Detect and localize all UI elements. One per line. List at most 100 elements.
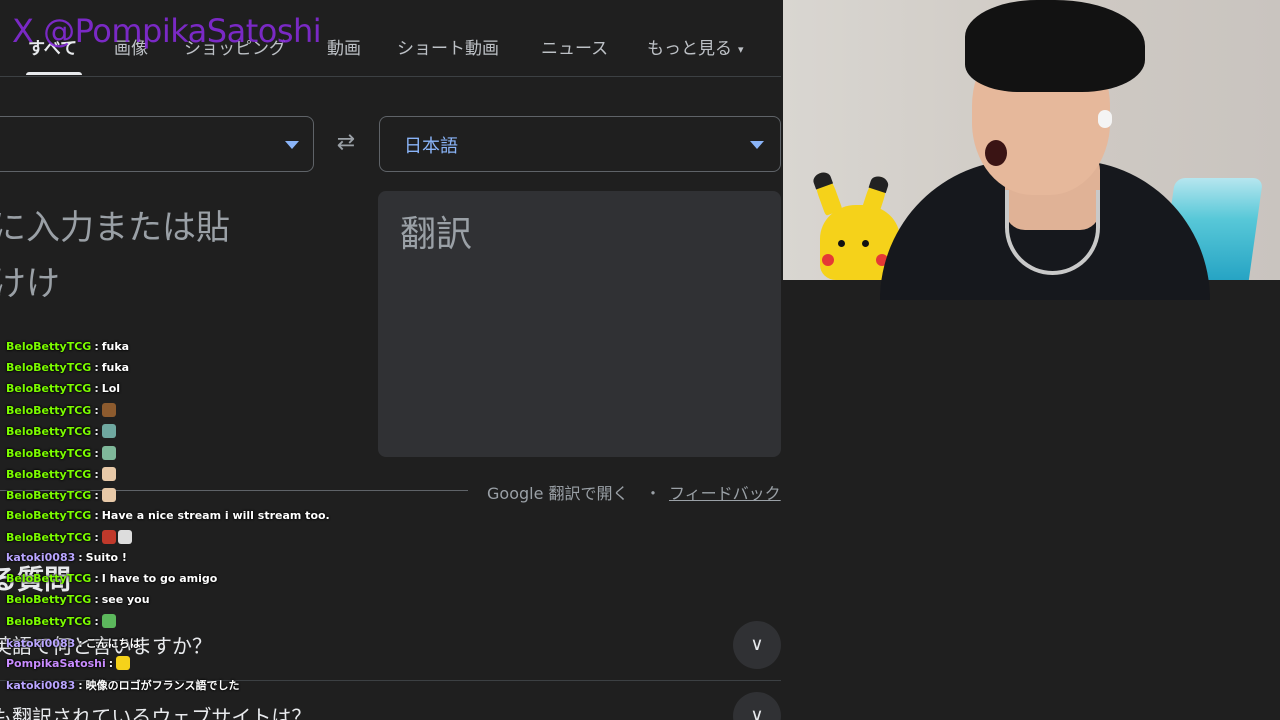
chat-colon: :	[94, 615, 99, 628]
chat-username: BeloBettyTCG	[6, 489, 92, 502]
chat-colon: :	[94, 593, 99, 606]
chat-message: BeloBettyTCG: fuka	[6, 361, 129, 381]
emote-icon	[101, 488, 116, 502]
chat-message: PompikaSatoshi:	[6, 656, 132, 676]
chat-message: BeloBettyTCG: Lol	[6, 382, 120, 402]
source-language-select[interactable]	[0, 116, 314, 172]
streamer-hair	[965, 0, 1145, 92]
chat-message: BeloBettyTCG: see you	[6, 593, 150, 613]
chat-message: katoki0083: こんにちは	[6, 635, 141, 655]
chat-message: katoki0083: Suito !	[6, 551, 127, 571]
tab-short-videos[interactable]: ショート動画	[397, 34, 499, 59]
source-text-input[interactable]: に入力または貼 けけ	[0, 200, 230, 312]
chat-colon: :	[94, 447, 99, 460]
active-tab-indicator	[26, 72, 82, 75]
chat-message: BeloBettyTCG: fuka	[6, 340, 129, 360]
chat-message: BeloBettyTCG:	[6, 446, 118, 466]
earbud-icon	[1098, 110, 1112, 128]
emote-icon	[101, 403, 116, 417]
emote-icon	[101, 446, 116, 460]
chat-message: BeloBettyTCG:	[6, 403, 118, 423]
chat-text: fuka	[101, 361, 130, 374]
translation-output: 翻訳	[378, 191, 781, 457]
emote-icon	[101, 614, 116, 628]
chat-colon: :	[94, 509, 99, 522]
chevron-down-icon[interactable]: ∨	[733, 692, 781, 720]
emote-icon	[101, 467, 116, 481]
chat-username: PompikaSatoshi	[6, 657, 106, 670]
chat-message: BeloBettyTCG:	[6, 424, 118, 444]
chat-username: BeloBettyTCG	[6, 404, 92, 417]
chat-colon: :	[94, 404, 99, 417]
chat-username: BeloBettyTCG	[6, 340, 92, 353]
chat-text: 映像のロゴがフランス語でした	[85, 679, 240, 692]
related-question-item[interactable]: も翻訳されているウェブサイトは？	[0, 701, 311, 720]
chat-colon: :	[78, 637, 83, 650]
chat-colon: :	[94, 361, 99, 374]
pikachu-cheek	[822, 254, 834, 266]
chat-colon: :	[94, 425, 99, 438]
pikachu-eye	[838, 240, 845, 247]
swap-languages-icon[interactable]: ⇄	[332, 131, 360, 155]
chat-colon: :	[108, 657, 114, 670]
chat-username: BeloBettyTCG	[6, 382, 92, 395]
emote-icon	[101, 424, 116, 438]
translation-placeholder: 翻訳	[400, 214, 473, 255]
tab-news[interactable]: ニュース	[541, 34, 608, 59]
browser-viewport: すべて 画像 ショッピング 動画 ショート動画 ニュース もっと見る ▾ X @P…	[0, 0, 781, 720]
emote-icon	[117, 530, 132, 544]
chat-text: Lol	[101, 382, 121, 395]
chat-username: BeloBettyTCG	[6, 425, 92, 438]
chat-username: BeloBettyTCG	[6, 531, 92, 544]
separator-dot: ・	[645, 484, 662, 503]
chat-colon: :	[94, 340, 99, 353]
chat-username: BeloBettyTCG	[6, 593, 92, 606]
chat-message: katoki0083: 映像のロゴがフランス語でした	[6, 677, 239, 697]
dropdown-arrow-icon	[750, 141, 764, 149]
chat-colon: :	[78, 679, 83, 692]
tab-videos[interactable]: 動画	[327, 34, 361, 59]
chat-text: fuka	[101, 340, 130, 353]
chat-username: katoki0083	[6, 551, 76, 564]
tab-more-label: もっと見る	[647, 39, 732, 59]
chat-text: こんにちは	[85, 637, 141, 650]
chat-colon: :	[94, 572, 99, 585]
chevron-down-icon[interactable]: ∨	[733, 621, 781, 669]
chat-message: BeloBettyTCG: Have a nice stream i will s…	[6, 509, 330, 529]
open-in-google-translate-link[interactable]: Google 翻訳で開く	[487, 480, 629, 504]
chat-message: BeloBettyTCG:	[6, 530, 134, 550]
source-placeholder-line1: に入力または貼	[0, 208, 230, 248]
chat-colon: :	[78, 551, 83, 564]
chat-username: BeloBettyTCG	[6, 361, 92, 374]
target-language-select[interactable]: 日本語	[379, 116, 781, 172]
chat-username: BeloBettyTCG	[6, 447, 92, 460]
source-placeholder-line2: けけ	[0, 264, 60, 304]
dropdown-arrow-icon	[285, 141, 299, 149]
pikachu-eye	[862, 240, 869, 247]
chat-colon: :	[94, 468, 99, 481]
chat-username: BeloBettyTCG	[6, 468, 92, 481]
chat-colon: :	[94, 531, 99, 544]
chat-message: BeloBettyTCG:	[6, 614, 118, 634]
chat-colon: :	[94, 489, 99, 502]
feedback-link[interactable]: フィードバック	[669, 480, 781, 504]
target-language-label: 日本語	[404, 136, 458, 157]
chat-text: see you	[101, 593, 150, 606]
chat-username: BeloBettyTCG	[6, 509, 92, 522]
chat-username: BeloBettyTCG	[6, 615, 92, 628]
streamer-mouth	[985, 140, 1007, 166]
chat-message: BeloBettyTCG:	[6, 467, 118, 487]
chat-text: Have a nice stream i will stream too.	[101, 509, 330, 522]
emote-icon	[116, 656, 131, 670]
chat-colon: :	[94, 382, 99, 395]
chat-message: BeloBettyTCG: I have to go amigo	[6, 572, 217, 592]
chat-username: katoki0083	[6, 637, 76, 650]
tab-more[interactable]: もっと見る ▾	[647, 34, 744, 59]
chat-text: I have to go amigo	[101, 572, 218, 585]
chat-text: Suito !	[85, 551, 127, 564]
emote-icon	[101, 530, 116, 544]
chat-username: katoki0083	[6, 679, 76, 692]
watermark: X @PompikaSatoshi	[12, 12, 322, 50]
caret-down-icon: ▾	[738, 42, 744, 56]
chat-message: BeloBettyTCG:	[6, 488, 118, 508]
